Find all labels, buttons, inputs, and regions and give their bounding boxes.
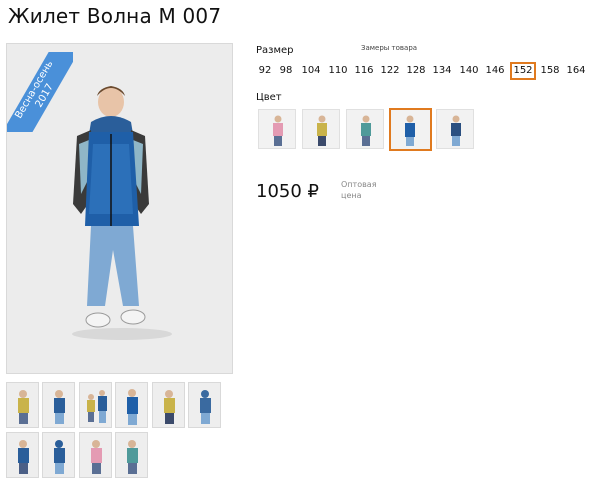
size-option-110[interactable]: 110 (326, 62, 350, 80)
size-option-104[interactable]: 104 (299, 62, 323, 80)
price-note: Оптовая цена (341, 180, 377, 200)
thumbnail-3[interactable] (79, 382, 112, 428)
size-option-128[interactable]: 128 (404, 62, 428, 80)
thumbnail-6[interactable] (188, 382, 221, 428)
size-option-164[interactable]: 164 (564, 62, 588, 80)
price: 1050 ₽ (256, 181, 319, 202)
currency-symbol: ₽ (307, 181, 319, 202)
thumbnail-7[interactable] (6, 432, 39, 478)
color-swatch-teal[interactable] (346, 109, 384, 149)
size-label: Размер (256, 45, 294, 56)
size-option-140[interactable]: 140 (457, 62, 481, 80)
color-label: Цвет (256, 92, 282, 103)
size-option-146[interactable]: 146 (483, 62, 507, 80)
price-value: 1050 (256, 181, 302, 202)
color-swatch-navy[interactable] (436, 109, 474, 149)
size-option-134[interactable]: 134 (430, 62, 454, 80)
size-chart-link[interactable]: Замеры товара (361, 44, 417, 52)
size-option-92[interactable]: 92 (256, 62, 274, 80)
color-swatch-blue-pattern[interactable] (389, 108, 432, 151)
color-swatch-pink[interactable] (258, 109, 296, 149)
size-option-152[interactable]: 152 (510, 62, 536, 80)
size-option-158[interactable]: 158 (538, 62, 562, 80)
season-badge: Весна-осень 2017 (7, 52, 73, 132)
thumbnail-4[interactable] (115, 382, 148, 428)
thumbnail-1[interactable] (6, 382, 39, 428)
thumbnail-8[interactable] (42, 432, 75, 478)
color-swatch-yellow[interactable] (302, 109, 340, 149)
product-main-image[interactable]: Весна-осень 2017 (6, 43, 233, 374)
thumbnail-2[interactable] (42, 382, 75, 428)
page-title: Жилет Волна М 007 (8, 4, 222, 28)
size-option-122[interactable]: 122 (378, 62, 402, 80)
size-option-98[interactable]: 98 (277, 62, 295, 80)
thumbnail-5[interactable] (152, 382, 185, 428)
thumbnail-9[interactable] (79, 432, 112, 478)
size-option-116[interactable]: 116 (352, 62, 376, 80)
thumbnail-10[interactable] (115, 432, 148, 478)
